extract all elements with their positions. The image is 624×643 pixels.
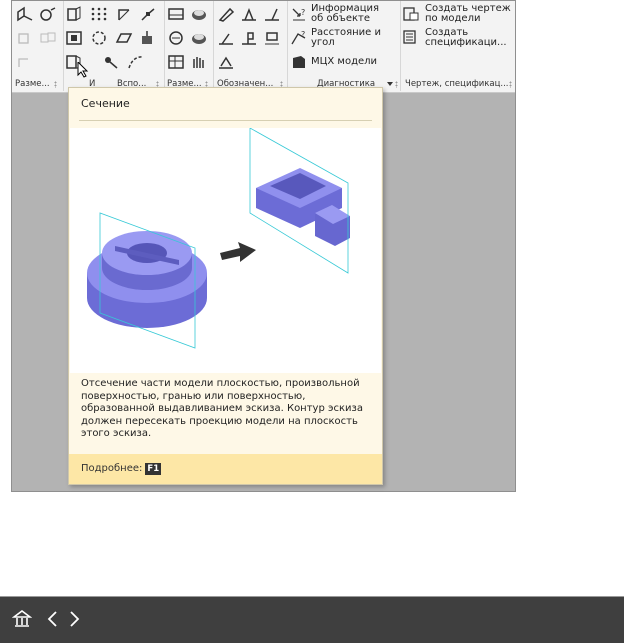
section-tooltip: Сечение Отсечение части модели плоскость… [68, 87, 383, 485]
chevron-right-icon[interactable] [64, 609, 84, 629]
group-separator [287, 1, 288, 91]
f1-key-badge: F1 [145, 463, 162, 475]
ribbon-toolbar: ? Информация об объекте Создать чертеж п… [12, 1, 515, 93]
group-separator [164, 1, 165, 91]
group-grip[interactable] [54, 81, 57, 88]
group-separator [213, 1, 214, 91]
create-spec-button[interactable]: Создать спецификаци... [425, 28, 507, 48]
tooltip-footer: Подробнее: F1 [69, 454, 382, 484]
sketch3-disabled-icon [16, 54, 34, 70]
measure-icon[interactable] [39, 6, 57, 22]
dimension-icon[interactable] [167, 6, 185, 22]
group-label-drawing-spec[interactable]: Чертеж, спецификац... [405, 79, 509, 90]
info-object-icon[interactable]: ? [290, 6, 308, 22]
copy-disabled-icon [39, 30, 57, 46]
group-grip[interactable] [509, 81, 512, 88]
group-label-dimensions[interactable]: Разме... [15, 79, 50, 90]
group-separator [63, 1, 64, 91]
tooltip-title: Сечение [81, 97, 130, 110]
table-icon[interactable] [167, 54, 185, 70]
create-drawing-button[interactable]: Создать чертеж по модели [425, 4, 511, 24]
chevron-left-icon[interactable] [43, 609, 63, 629]
constraint-icon[interactable] [102, 54, 120, 70]
svg-text:?: ? [301, 8, 305, 17]
group-separator [400, 1, 401, 91]
more-info-link[interactable]: Подробнее: F1 [81, 463, 162, 475]
component-icon[interactable] [139, 30, 157, 46]
distance-angle-button[interactable]: Расстояние и угол [311, 28, 381, 48]
tolerance-icon[interactable] [217, 30, 235, 46]
sketch-icon[interactable] [16, 6, 34, 22]
sketch-disabled-icon [16, 30, 34, 46]
mcx-icon[interactable] [290, 54, 308, 70]
plane-icon[interactable] [115, 30, 133, 46]
section-illustration [70, 127, 381, 373]
point-icon[interactable] [139, 6, 157, 22]
curve-icon[interactable] [127, 54, 145, 70]
base-icon[interactable] [263, 6, 281, 22]
roughness-icon[interactable] [240, 6, 258, 22]
svg-text:?: ? [301, 30, 305, 39]
distance-icon[interactable]: ? [290, 30, 308, 46]
shell-icon[interactable] [90, 30, 108, 46]
tooltip-divider [79, 120, 372, 121]
leader-icon[interactable] [263, 30, 281, 46]
tooltip-description: Отсечение части модели плоскостью, произ… [81, 378, 363, 440]
marking-icon[interactable] [240, 30, 258, 46]
help-navigation-bar [0, 597, 624, 643]
color-icon[interactable] [190, 6, 208, 22]
array-icon[interactable] [90, 6, 108, 22]
mcx-model-button[interactable]: МЦХ модели [311, 57, 377, 67]
dropdown-arrow-icon[interactable] [386, 79, 394, 89]
axis-icon[interactable] [115, 6, 133, 22]
group-grip[interactable] [395, 81, 398, 88]
hand-icon[interactable] [190, 54, 208, 70]
surface-icon[interactable] [217, 54, 235, 70]
create-drawing-icon[interactable] [402, 6, 420, 22]
frame-icon[interactable] [65, 30, 83, 46]
weld-icon[interactable] [167, 30, 185, 46]
specification-icon[interactable] [402, 29, 420, 45]
more-label: Подробнее: [81, 463, 143, 474]
object-info-button[interactable]: Информация об объекте [311, 4, 379, 24]
texture-icon[interactable] [190, 30, 208, 46]
mouse-cursor-icon [76, 62, 94, 78]
pencil-icon[interactable] [217, 6, 235, 22]
extrude-icon[interactable] [65, 6, 83, 22]
home-icon[interactable] [12, 609, 32, 629]
